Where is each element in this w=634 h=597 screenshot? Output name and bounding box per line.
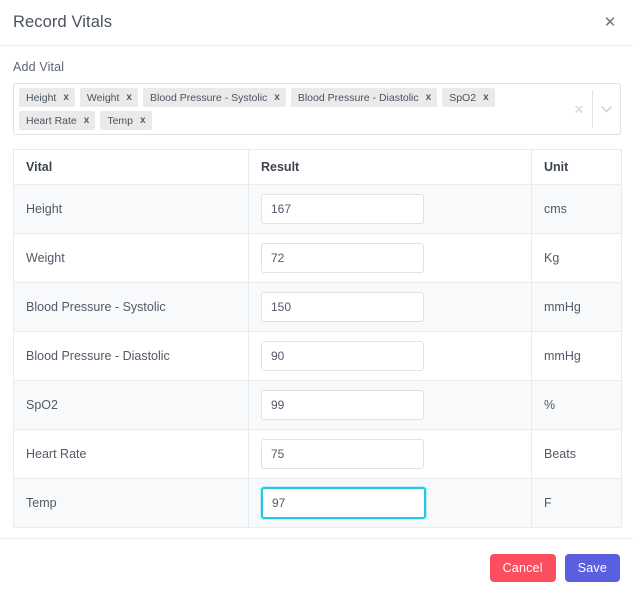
clear-x-icon[interactable]: ✕ (566, 103, 592, 116)
cell-unit: cms (531, 184, 622, 234)
result-input[interactable] (261, 341, 424, 371)
cell-vital: Blood Pressure - Systolic (13, 282, 249, 332)
cell-result (248, 184, 532, 234)
column-header-vital: Vital (13, 149, 249, 185)
cell-result (248, 380, 532, 430)
cell-unit: Kg (531, 233, 622, 283)
close-icon[interactable]: ✕ (600, 13, 620, 33)
vital-chip-label: SpO2 (449, 91, 477, 104)
vital-chip[interactable]: Weight x (79, 88, 138, 107)
table-header-row: Vital Result Unit (13, 149, 622, 185)
vital-chip[interactable]: Blood Pressure - Systolic x (142, 88, 286, 107)
chip-remove-icon[interactable]: x (140, 115, 146, 126)
cell-result (248, 233, 532, 283)
cell-unit: F (531, 478, 622, 528)
dialog-header: Record Vitals ✕ (0, 0, 634, 46)
cancel-button[interactable]: Cancel (489, 554, 556, 582)
cell-unit: % (531, 380, 622, 430)
chip-remove-icon[interactable]: x (63, 92, 69, 103)
chip-remove-icon[interactable]: x (274, 92, 280, 103)
result-input[interactable] (261, 390, 424, 420)
chip-remove-icon[interactable]: x (84, 115, 90, 126)
dialog-footer: Cancel Save (0, 538, 634, 597)
table-row: Heart Rate Beats (13, 429, 622, 479)
result-input[interactable] (261, 292, 424, 322)
vital-chip-label: Blood Pressure - Systolic (149, 91, 268, 104)
cell-unit: mmHg (531, 282, 622, 332)
table-row: Height cms (13, 184, 622, 234)
cell-vital: Blood Pressure - Diastolic (13, 331, 249, 381)
vital-chip-label: Weight (86, 91, 120, 104)
page-title: Record Vitals (13, 13, 113, 31)
vital-chip[interactable]: Height x (19, 88, 75, 107)
vitals-table: Vital Result Unit HeightcmsWeightKgBlood… (13, 149, 622, 528)
vital-chip[interactable]: Temp x (100, 111, 152, 130)
result-input[interactable] (261, 194, 424, 224)
cell-unit: Beats (531, 429, 622, 479)
cell-unit: mmHg (531, 331, 622, 381)
chip-remove-icon[interactable]: x (426, 92, 432, 103)
cell-vital: Weight (13, 233, 249, 283)
result-input[interactable] (261, 487, 426, 519)
cell-result (248, 478, 532, 528)
cell-vital: SpO2 (13, 380, 249, 430)
table-row: Blood Pressure - Diastolic mmHg (13, 331, 622, 381)
vital-chip[interactable]: SpO2 x (442, 88, 495, 107)
add-vital-multiselect[interactable]: Height x Weight x Blood Pressure - Systolic x… (13, 83, 621, 135)
multiselect-actions: ✕ (566, 88, 620, 130)
vital-chip[interactable]: Heart Rate x (19, 111, 96, 130)
cell-vital: Heart Rate (13, 429, 249, 479)
vital-chip-label: Temp (107, 114, 134, 127)
cell-result (248, 429, 532, 479)
cell-result (248, 282, 532, 332)
record-vitals-dialog: Record Vitals ✕ Add Vital Height x Weight x… (0, 0, 634, 597)
table-row: Weight Kg (13, 233, 622, 283)
table-head: Vital Result Unit (13, 149, 622, 185)
column-header-result: Result (248, 149, 532, 185)
table-body: HeightcmsWeightKgBlood Pressure - Systol… (13, 184, 622, 528)
table-row: Temp F (13, 478, 622, 528)
result-input[interactable] (261, 439, 424, 469)
selected-vitals-chips: Height x Weight x Blood Pressure - Systolic x… (19, 88, 566, 130)
save-button[interactable]: Save (564, 554, 620, 582)
vital-chip[interactable]: Blood Pressure - Diastolic x (290, 88, 438, 107)
add-vital-label: Add Vital (13, 60, 65, 74)
chip-remove-icon[interactable]: x (483, 92, 489, 103)
cell-result (248, 331, 532, 381)
table-row: SpO2% (13, 380, 622, 430)
cell-vital: Temp (13, 478, 249, 528)
column-header-unit: Unit (531, 149, 622, 185)
vital-chip-label: Heart Rate (26, 114, 77, 127)
cell-vital: Height (13, 184, 249, 234)
vital-chip-label: Blood Pressure - Diastolic (297, 91, 419, 104)
chevron-down-icon[interactable] (593, 105, 620, 113)
dialog-body: Add Vital Height x Weight x Blood Pressure -… (0, 46, 634, 538)
vital-chip-label: Height (26, 91, 57, 104)
result-input[interactable] (261, 243, 424, 273)
table-row: Blood Pressure - Systolic mmHg (13, 282, 622, 332)
chip-remove-icon[interactable]: x (126, 92, 132, 103)
